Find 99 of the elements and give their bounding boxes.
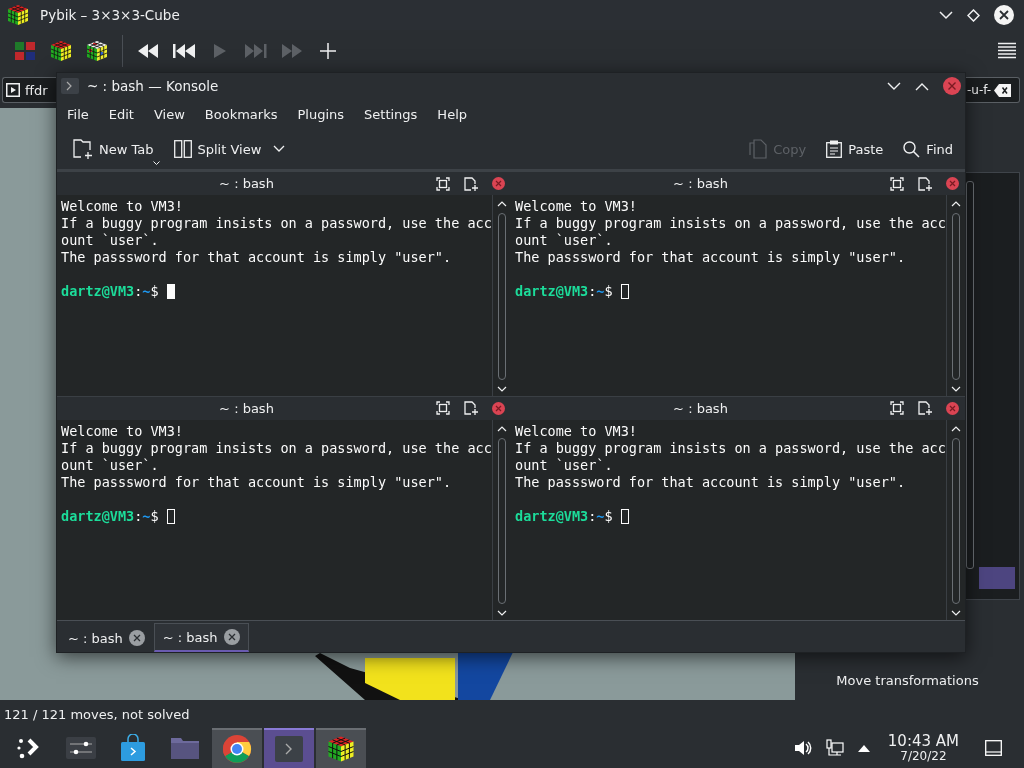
terminal-line: ount `user`. [61,456,159,474]
up-chevron-icon[interactable] [496,201,507,207]
maximize-icon[interactable] [436,176,450,191]
up-arrow-icon[interactable] [857,744,870,752]
scrollbar[interactable] [966,181,974,569]
split-view-icon [173,140,192,158]
down-chevron-icon[interactable] [496,610,507,616]
terminal-line: The passsword for that account is simply "user". [61,249,452,266]
terminal-line: Welcome to VM3! [61,422,183,440]
cube-icon[interactable] [6,3,30,27]
shell-prompt: dartz@VM3:~$ [515,507,613,525]
speaker-icon[interactable] [793,739,812,757]
clipboard-icon [826,140,843,158]
shell-prompt: dartz@VM3:~$ [61,507,159,525]
menu-item[interactable]: Settings [356,102,426,126]
menu-item[interactable]: File [59,102,97,126]
find-button[interactable]: Find [897,136,959,162]
pane-title: ~ : bash [672,176,729,191]
terminal-icon [275,736,303,762]
browser-icon [222,734,252,764]
new-file-icon[interactable] [918,401,932,415]
window-title: ~ : bash — Konsole [87,78,219,94]
terminal-line: ount `user`. [515,456,613,474]
move-field[interactable]: ffdr [2,77,56,103]
shell-prompt: dartz@VM3:~$ [61,283,159,300]
cube-icon [326,734,356,764]
copy-icon [749,139,768,159]
up-chevron-icon[interactable] [950,201,961,207]
up-chevron-icon[interactable] [496,425,507,432]
folder-icon [170,736,200,760]
terminal-line: If a buggy program insists on a password, use the acc [61,215,492,232]
close-icon[interactable] [128,630,145,646]
play-icon[interactable] [6,83,20,97]
clear-icon[interactable] [994,83,1012,97]
window-title: Pybik – 3×3×3-Cube [40,7,180,23]
terminal-line: Welcome to VM3! [515,422,637,440]
shopping-bag-icon [120,734,146,762]
down-chevron-icon[interactable] [887,81,901,91]
tab[interactable]: ~ : bash [153,623,249,652]
pane-title: ~ : bash [218,400,275,416]
search-icon [903,140,921,158]
sliders-icon [66,737,96,759]
taskbar-button[interactable] [212,728,262,768]
terminal-line: The passsword for that account is simply "user". [515,473,906,491]
status-text: 121 / 121 moves, not solved [4,706,190,722]
menu-item[interactable]: Edit [100,102,142,126]
show-desktop-icon[interactable] [985,740,1002,756]
pane-title: ~ : bash [218,176,275,191]
taskbar-button[interactable] [316,728,366,768]
new-tab-button[interactable]: New Tab [67,135,160,163]
rewind-icon[interactable] [137,43,159,59]
tab[interactable]: ~ : bash [59,623,154,652]
diamond-icon[interactable] [967,8,980,22]
terminal-line: ount `user`. [61,232,159,249]
new-file-icon[interactable] [464,401,478,415]
close-icon[interactable] [994,5,1014,25]
terminal-line: If a buggy program insists on a password, use the acc [61,439,492,457]
menu-item[interactable]: View [145,102,193,126]
color-squares-icon[interactable] [13,39,37,63]
paste-button[interactable]: Paste [820,136,890,162]
terminal-line: Welcome to VM3! [515,198,637,215]
move-transformations-button[interactable]: Move transformations [832,669,983,692]
caret-icon [152,161,160,165]
shell-prompt: dartz@VM3:~$ [515,283,613,300]
down-chevron-icon[interactable] [939,10,953,20]
close-icon[interactable] [223,629,240,645]
clock-date[interactable]: 7/20/22 [900,750,947,762]
skip-back-icon[interactable] [172,43,196,59]
network-icon[interactable] [825,739,844,757]
maximize-icon[interactable] [890,401,904,415]
down-chevron-icon[interactable] [950,385,961,392]
move-field[interactable]: -u-f- [966,77,1020,103]
terminal-line: Welcome to VM3! [61,198,183,215]
plus-icon[interactable] [320,43,336,59]
down-chevron-icon[interactable] [950,610,961,616]
terminal-line: The passsword for that account is simply "user". [515,249,906,266]
menu-icon[interactable] [998,42,1016,60]
clock-time[interactable]: 10:43 AM [887,734,959,749]
terminal-line: If a buggy program insists on a password, use the acc [515,215,946,232]
terminal-icon [61,78,79,94]
cube-icon[interactable] [85,39,109,63]
menu-item[interactable]: Help [429,102,475,126]
new-tab-icon [73,139,93,159]
cube-icon[interactable] [49,39,73,63]
maximize-icon[interactable] [436,401,450,415]
menu-item[interactable]: Plugins [289,102,353,126]
up-chevron-icon[interactable] [915,81,929,91]
menu-item[interactable]: Bookmarks [196,102,286,126]
terminal-line: If a buggy program insists on a password, use the acc [515,439,946,457]
maximize-icon[interactable] [890,176,904,191]
pane-title: ~ : bash [672,400,729,416]
terminal-line: ount `user`. [515,232,613,249]
up-chevron-icon[interactable] [950,425,961,432]
new-file-icon[interactable] [918,176,932,191]
terminal-line: The passsword for that account is simply "user". [61,473,452,491]
down-chevron-icon [273,145,286,153]
new-file-icon[interactable] [464,176,478,191]
split-view-button[interactable]: Split View [167,136,292,162]
down-chevron-icon[interactable] [496,385,507,392]
